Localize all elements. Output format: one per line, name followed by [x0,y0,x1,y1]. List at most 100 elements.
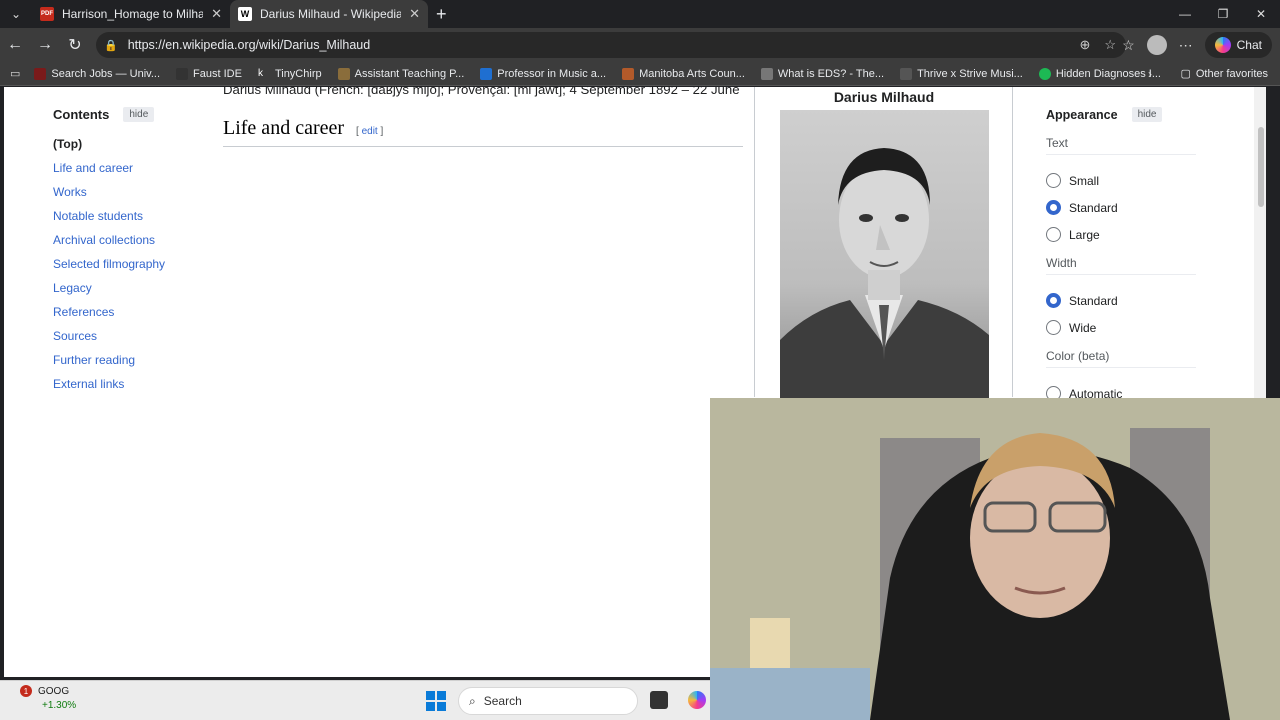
bookmark-item[interactable]: Professor in Music a... [480,67,606,80]
radio-text-standard[interactable]: Standard [1046,194,1196,221]
favorite-star-icon[interactable]: ☆ [1104,37,1116,53]
toc-item-references[interactable]: References [53,304,203,328]
search-placeholder: Search [483,694,522,708]
favorites-bar: ▭ Search Jobs — Univ... Faust IDE k TinyC… [0,62,1280,86]
notification-badge: 1 [20,685,32,697]
tab-wikipedia[interactable]: W Darius Milhaud - Wikipedia ✕ [230,0,428,28]
radio-icon [1046,320,1061,335]
minimize-icon[interactable]: — [1166,0,1204,28]
window-controls: — ❐ ✕ [1166,0,1280,28]
webcam-overlay [710,398,1280,720]
intro-paragraph: Darius Milhaud (French: [daʁjys mijo]; P… [223,87,743,101]
close-tab-icon[interactable]: ✕ [409,6,420,22]
task-view-icon[interactable] [650,691,668,709]
edit-link[interactable]: edit [362,126,378,137]
toc-item-sources[interactable]: Sources [53,328,203,352]
bookmark-favicon-icon [1038,67,1051,80]
radio-selected-icon [1046,293,1061,308]
copilot-chat-button[interactable]: Chat [1204,32,1272,58]
chat-label: Chat [1236,38,1262,52]
address-bar[interactable]: 🔒 https://en.wikipedia.org/wiki/Darius_M… [96,32,1126,58]
infobox: Darius Milhaud [774,87,994,417]
search-icon: ⌕ [469,693,476,708]
address-toolbar: ← → ↻ 🔒 https://en.wikipedia.org/wiki/Da… [0,28,1280,62]
site-info-icon[interactable]: 🔒 [104,39,118,52]
bookmark-item[interactable]: Assistant Teaching P... [337,67,464,80]
bookmark-item[interactable]: Thrive x Strive Musi... [900,67,1023,80]
appearance-title: Appearance [1046,107,1118,122]
bookmark-item[interactable]: What is EDS? - The... [760,67,884,80]
tab-actions-menu-icon[interactable]: ⌄ [0,0,32,28]
tab-pdf[interactable]: PDF Harrison_Homage to Milhaud.pdf ✕ [32,0,230,28]
radio-icon [1046,227,1061,242]
bookmark-favicon-icon: k [257,67,270,80]
section-title: Life and career [223,116,345,139]
table-of-contents: Contents hide (Top) Life and career Work… [53,107,203,400]
more-menu-icon[interactable]: ⋯ [1179,37,1193,54]
toc-item-archival-collections[interactable]: Archival collections [53,232,203,256]
chevron-right-icon[interactable]: › [1148,67,1152,81]
bookmark-favicon-icon [480,67,493,80]
portrait-photo[interactable] [780,110,989,400]
radio-text-large[interactable]: Large [1046,221,1196,248]
toc-item-notable-students[interactable]: Notable students [53,208,203,232]
copilot-icon [1214,37,1231,53]
close-tab-icon[interactable]: ✕ [211,6,222,22]
wikipedia-favicon-icon: W [238,7,252,21]
toc-item-external-links[interactable]: External links [53,376,203,400]
radio-width-standard[interactable]: Standard [1046,287,1196,314]
appearance-hide-button[interactable]: hide [1131,107,1163,122]
bookmark-item[interactable]: Hidden Diagnoses I... [1038,67,1161,80]
toc-item-works[interactable]: Works [53,184,203,208]
stock-symbol: GOOG [38,685,70,697]
new-tab-icon[interactable]: + [436,4,447,25]
bookmark-favicon-icon [760,67,773,80]
pdf-favicon-icon: PDF [40,7,54,21]
toc-item-selected-filmography[interactable]: Selected filmography [53,256,203,280]
radio-text-small[interactable]: Small [1046,167,1196,194]
bookmark-item[interactable]: Faust IDE [176,67,242,80]
favorites-icon[interactable]: ☆ [1122,37,1135,54]
copilot-app-icon[interactable] [688,691,706,709]
url-text: https://en.wikipedia.org/wiki/Darius_Mil… [127,38,371,52]
radio-width-wide[interactable]: Wide [1046,314,1196,341]
radio-selected-icon [1046,200,1061,215]
toc-item-top[interactable]: (Top) [53,136,203,160]
scrollbar-thumb[interactable] [1258,127,1264,207]
appearance-panel: Appearance hide Text Small Standard Larg… [1046,107,1196,407]
radio-icon [1046,173,1061,188]
toc-item-further-reading[interactable]: Further reading [53,352,203,376]
section-edit-link: [ edit ] [356,125,384,137]
translate-icon[interactable]: ⊕ [1079,37,1090,53]
infobox-title: Darius Milhaud [833,89,935,105]
color-label: Color (beta) [1046,349,1196,368]
bookmark-item[interactable]: Search Jobs — Univ... [34,67,160,80]
article-body: Darius Milhaud (French: [daʁjys mijo]; P… [223,87,743,160]
back-icon[interactable]: ← [0,30,30,60]
profile-avatar[interactable] [1146,35,1167,55]
toc-title: Contents [53,107,110,122]
collections-icon[interactable]: ▭ [10,67,20,80]
bookmark-item[interactable]: Manitoba Arts Coun... [622,67,745,80]
stock-widget[interactable]: 1 GOOG +1.30% [20,685,76,711]
refresh-icon[interactable]: ↻ [60,30,90,60]
toc-item-life-and-career[interactable]: Life and career [53,160,203,184]
tab-strip: ⌄ PDF Harrison_Homage to Milhaud.pdf ✕ W… [0,0,1280,28]
intro-lead-text: Darius Milhaud (French: [daʁjys mijo]; P… [223,87,740,97]
column-divider [754,87,755,397]
toc-hide-button[interactable]: hide [123,107,155,122]
restore-icon[interactable]: ❐ [1204,0,1242,28]
stock-change: +1.30% [42,700,77,711]
other-favorites-folder[interactable]: ▢ Other favorites [1180,67,1268,81]
bookmark-item[interactable]: k TinyChirp [257,67,322,80]
forward-icon[interactable]: → [30,30,60,60]
text-size-label: Text [1046,136,1196,155]
windows-start-icon[interactable] [426,691,446,711]
folder-icon: ▢ [1180,68,1191,80]
bookmark-favicon-icon [622,67,635,80]
tab-title: Harrison_Homage to Milhaud.pdf [62,7,204,21]
toc-item-legacy[interactable]: Legacy [53,280,203,304]
bookmark-favicon-icon [34,67,47,80]
close-window-icon[interactable]: ✕ [1242,0,1280,28]
taskbar-search[interactable]: ⌕ Search [458,687,638,715]
